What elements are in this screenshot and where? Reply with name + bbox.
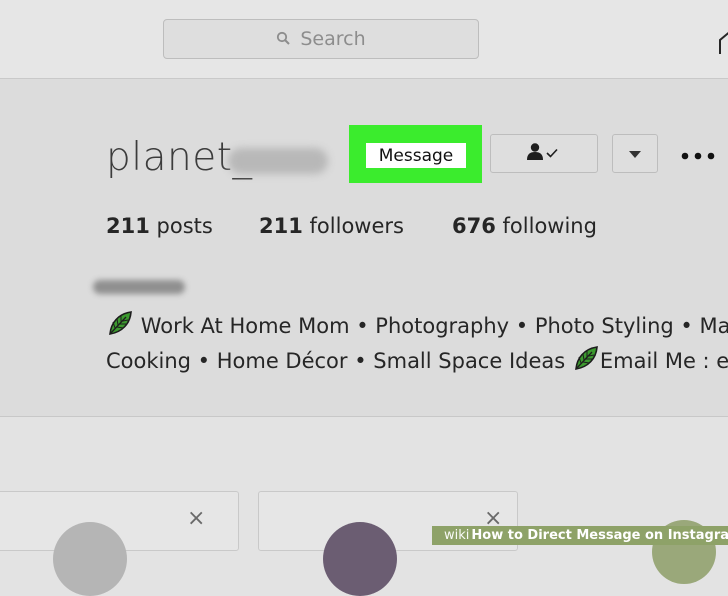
blurred-full-name xyxy=(93,280,185,294)
more-dots-icon xyxy=(681,145,715,164)
home-icon[interactable] xyxy=(718,28,728,60)
following-button[interactable] xyxy=(490,134,598,173)
search-placeholder: Search xyxy=(300,28,366,50)
user-check-icon xyxy=(526,142,562,166)
following-link[interactable]: 676 following xyxy=(452,214,597,238)
bio-line-1: Work At Home Mom • Photography • Photo S… xyxy=(106,309,728,342)
suggestions-dropdown-button[interactable] xyxy=(612,134,658,173)
avatar[interactable] xyxy=(323,522,397,596)
blurred-username-part xyxy=(228,148,328,174)
leaf-icon xyxy=(572,344,600,377)
search-icon xyxy=(276,28,291,50)
suggestion-card: × xyxy=(0,491,239,596)
message-button[interactable]: Message xyxy=(366,143,466,168)
caret-down-icon xyxy=(628,144,642,163)
posts-count: 211 posts xyxy=(106,214,213,238)
close-icon[interactable]: × xyxy=(187,506,205,531)
search-input[interactable]: Search xyxy=(163,19,479,59)
leaf-icon xyxy=(106,309,134,342)
followers-link[interactable]: 211 followers xyxy=(259,214,404,238)
avatar[interactable] xyxy=(53,522,127,596)
bio-line-2: Cooking • Home Décor • Small Space Ideas… xyxy=(106,344,728,377)
more-options-button[interactable] xyxy=(675,139,720,169)
wikihow-watermark: wiki How to Direct Message on Instagram xyxy=(432,526,728,545)
top-navigation-bar: Search xyxy=(0,0,728,79)
